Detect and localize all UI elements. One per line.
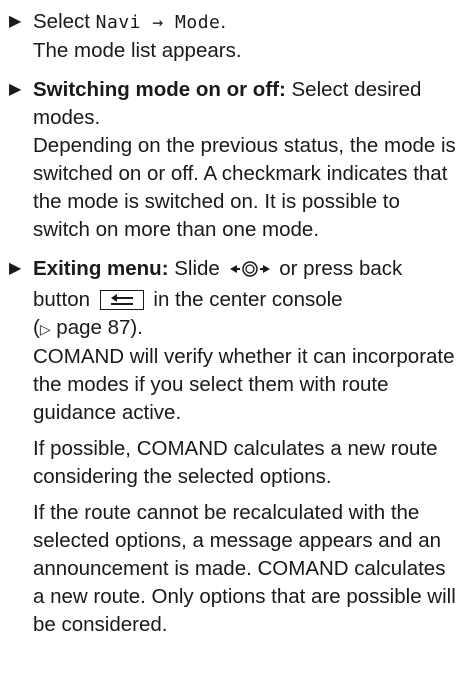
step-label: Switching mode on or off: (33, 78, 286, 101)
verify-text: COMAND will verify whether it can incorp… (33, 345, 455, 424)
step-action-part3: in the center console (147, 288, 343, 311)
step-description: Depending on the previous status, the mo… (33, 134, 456, 241)
step-instruction: Switching mode on or off: Select desired… (33, 76, 459, 132)
step-exiting-menu: ▶ Exiting menu: Slide or press back butt… (0, 255, 463, 639)
page-ref-arrow-icon: ▷ (39, 321, 51, 337)
back-button-icon (99, 290, 144, 310)
manual-page: ▶ Select Navi → Mode. The mode list appe… (0, 0, 463, 675)
step-switching-mode: ▶ Switching mode on or off: Select desir… (0, 76, 463, 244)
page-ref-open: ( (33, 316, 40, 339)
instruction-suffix: . (220, 10, 227, 33)
step-instruction: Select Navi → Mode. (33, 8, 459, 37)
step-bullet-icon: ▶ (9, 13, 22, 30)
page-reference: page 87). (50, 316, 143, 339)
step-bullet-icon: ▶ (9, 260, 22, 277)
not-possible-text: If the route cannot be recalculated with… (33, 501, 456, 636)
instruction-prefix: Select (33, 10, 96, 33)
controller-slide-left-right-icon (228, 258, 272, 286)
step-instruction: Exiting menu: Slide or press back button… (33, 255, 459, 343)
step-select-mode: ▶ Select Navi → Mode. The mode list appe… (0, 8, 463, 65)
menu-path: Navi → Mode (95, 12, 221, 33)
possible-text: If possible, COMAND calculates a new rou… (33, 437, 438, 488)
step-label: Exiting menu: (33, 257, 169, 280)
step-action-part1: Slide (168, 257, 226, 280)
step-result: The mode list appears. (33, 39, 242, 62)
step-bullet-icon: ▶ (9, 81, 22, 98)
